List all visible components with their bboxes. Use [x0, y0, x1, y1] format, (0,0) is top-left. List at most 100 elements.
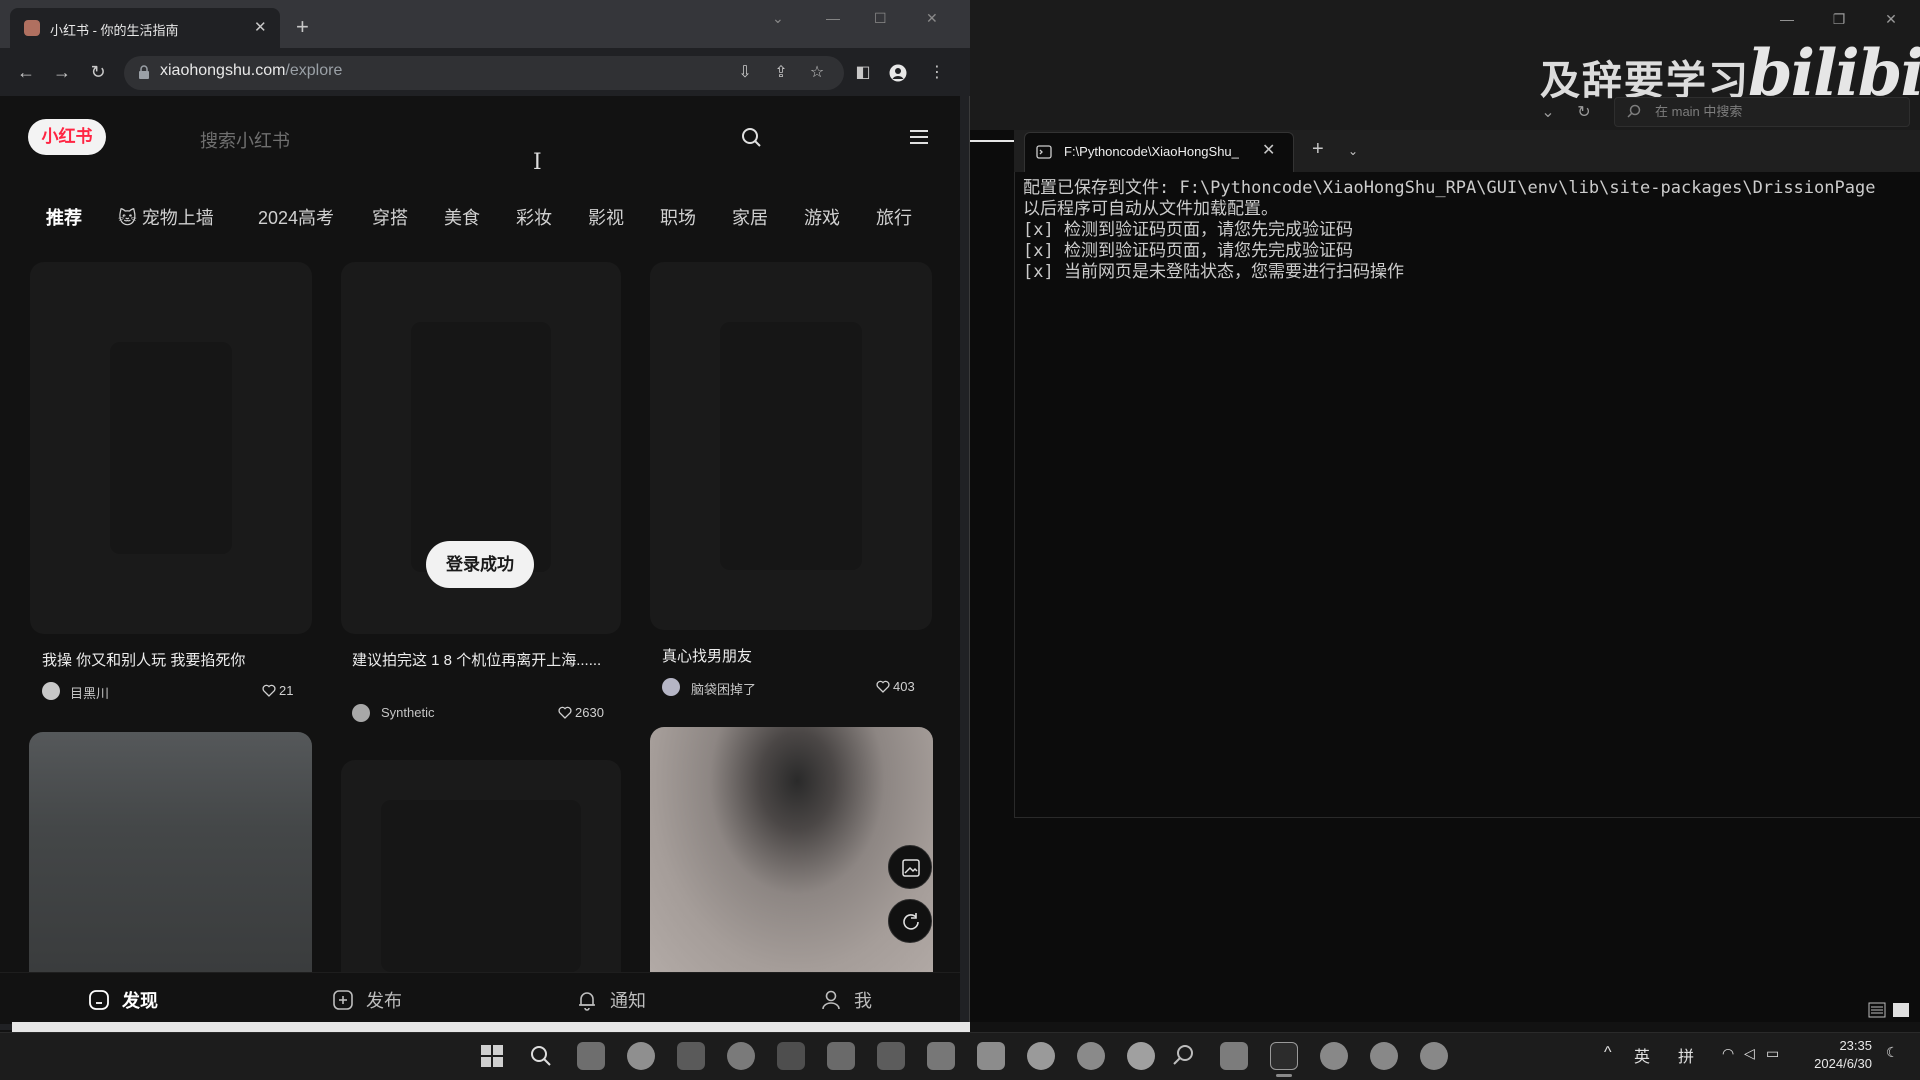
- wechat-icon[interactable]: [1077, 1042, 1105, 1070]
- ime-language[interactable]: 英: [1634, 1043, 1650, 1067]
- edge-browser-icon[interactable]: [627, 1042, 655, 1070]
- side-panel-icon[interactable]: ◧: [852, 62, 874, 84]
- word-icon[interactable]: [827, 1042, 855, 1070]
- notification-icon[interactable]: ☾: [1886, 1044, 1899, 1061]
- wifi-icon[interactable]: ◠: [1722, 1045, 1734, 1062]
- refresh-icon[interactable]: ↻: [1574, 102, 1594, 122]
- close-button[interactable]: ✕: [926, 10, 938, 27]
- maximize-button[interactable]: ☐: [874, 10, 887, 27]
- search-icon[interactable]: [527, 1042, 555, 1070]
- url-host: xiaohongshu.com: [160, 62, 286, 79]
- app-icon[interactable]: [1027, 1042, 1055, 1070]
- nav-notifications[interactable]: 通知: [576, 987, 646, 1011]
- image-mode-button[interactable]: [888, 845, 932, 889]
- avatar[interactable]: [42, 682, 60, 700]
- tile-view-icon[interactable]: [1892, 1002, 1910, 1018]
- clock-date[interactable]: 2024/6/30: [1810, 1056, 1872, 1071]
- channel-tab[interactable]: 旅行: [876, 200, 912, 236]
- new-tab-button[interactable]: +: [1312, 138, 1324, 161]
- forward-button[interactable]: →: [50, 60, 74, 84]
- chevron-down-icon[interactable]: ⌄: [1538, 102, 1558, 122]
- back-button[interactable]: ←: [14, 60, 38, 84]
- ime-mode[interactable]: 拼: [1678, 1043, 1694, 1067]
- channel-tab[interactable]: 2024高考: [258, 200, 334, 236]
- hamburger-menu-icon[interactable]: [908, 128, 930, 146]
- install-app-icon[interactable]: ⇩: [734, 62, 756, 84]
- like-count[interactable]: 2630: [558, 705, 604, 720]
- chevron-down-icon[interactable]: ⌄: [772, 10, 784, 27]
- sublime-text-icon[interactable]: [677, 1042, 705, 1070]
- file-explorer-icon[interactable]: [1220, 1042, 1248, 1070]
- nav-publish[interactable]: 发布: [332, 987, 402, 1011]
- terminal-line: [x] 检测到验证码页面，请您先完成验证码: [1023, 241, 1353, 261]
- card-author[interactable]: 脑袋困掉了: [691, 679, 756, 698]
- channel-tab[interactable]: 职场: [660, 200, 696, 236]
- app-icon[interactable]: [1127, 1042, 1155, 1070]
- chevron-down-icon[interactable]: ⌄: [1348, 144, 1358, 158]
- avatar[interactable]: [352, 704, 370, 722]
- vscode-icon[interactable]: [777, 1042, 805, 1070]
- site-logo[interactable]: 小红书: [28, 119, 106, 155]
- minimize-button[interactable]: —: [826, 10, 840, 26]
- list-view-icon[interactable]: [1868, 1002, 1886, 1018]
- like-count[interactable]: 21: [262, 683, 293, 698]
- site-search-input[interactable]: 搜索小红书: [200, 127, 290, 153]
- card-author[interactable]: 目黑川: [70, 683, 109, 702]
- task-view-icon[interactable]: [577, 1042, 605, 1070]
- restore-button[interactable]: ❐: [1822, 8, 1856, 30]
- card-image[interactable]: [30, 262, 312, 634]
- search-icon[interactable]: [1170, 1042, 1198, 1070]
- app-icon[interactable]: [727, 1042, 755, 1070]
- like-count[interactable]: 403: [876, 679, 915, 694]
- card-title[interactable]: 建议拍完这 1 8 个机位再离开上海......: [352, 650, 602, 671]
- card-image[interactable]: [650, 262, 932, 630]
- card-author[interactable]: Synthetic: [381, 705, 434, 720]
- share-icon[interactable]: ⇪: [770, 62, 792, 84]
- channel-tab[interactable]: 游戏: [804, 200, 840, 236]
- app-icon[interactable]: [877, 1042, 905, 1070]
- terminal-line: [x] 当前网页是未登陆状态，您需要进行扫码操作: [1023, 262, 1404, 282]
- close-icon[interactable]: ✕: [1262, 140, 1275, 160]
- card-title[interactable]: 真心找男朋友: [662, 646, 922, 667]
- channel-tab[interactable]: 美食: [444, 200, 480, 236]
- chevron-up-icon[interactable]: ^: [1604, 1044, 1612, 1062]
- app-icon[interactable]: [1320, 1042, 1348, 1070]
- reload-button[interactable]: ↻: [86, 60, 110, 84]
- card-image[interactable]: [29, 732, 312, 972]
- text-cursor-icon: I: [533, 150, 542, 175]
- channel-tab[interactable]: 🐱 宠物上墙: [118, 200, 214, 236]
- terminal-search-input[interactable]: 在 main 中搜索: [1614, 97, 1910, 127]
- battery-icon[interactable]: ▭: [1766, 1045, 1779, 1062]
- channel-tabs: 推荐 🐱 宠物上墙 2024高考 穿搭 美食 彩妆 影视 职场 家居 游戏 旅行: [0, 200, 960, 236]
- app-icon[interactable]: [927, 1042, 955, 1070]
- app-icon[interactable]: [1420, 1042, 1448, 1070]
- new-tab-button[interactable]: +: [296, 14, 309, 40]
- nav-discover[interactable]: 发现: [88, 987, 158, 1011]
- channel-tab[interactable]: 彩妆: [516, 200, 552, 236]
- search-icon: [1627, 104, 1641, 118]
- url-text[interactable]: xiaohongshu.com/explore: [160, 62, 342, 80]
- card-image[interactable]: [341, 760, 621, 972]
- volume-icon[interactable]: ◁: [1744, 1045, 1755, 1062]
- profile-icon[interactable]: [889, 64, 907, 82]
- terminal-icon[interactable]: [1270, 1042, 1298, 1070]
- app-icon[interactable]: [1370, 1042, 1398, 1070]
- channel-tab[interactable]: 穿搭: [372, 200, 408, 236]
- app-icon[interactable]: [977, 1042, 1005, 1070]
- refresh-button[interactable]: [888, 899, 932, 943]
- clock-time[interactable]: 23:35: [1838, 1038, 1872, 1053]
- avatar[interactable]: [662, 678, 680, 696]
- minimize-button[interactable]: —: [1770, 8, 1804, 30]
- more-menu-icon[interactable]: ⋮: [926, 62, 948, 84]
- nav-me[interactable]: 我: [820, 987, 872, 1011]
- close-button[interactable]: ✕: [1874, 8, 1908, 30]
- bookmark-star-icon[interactable]: ☆: [806, 62, 828, 84]
- channel-tab[interactable]: 推荐: [46, 200, 82, 236]
- search-icon[interactable]: [740, 126, 762, 148]
- terminal-output[interactable]: 配置已保存到文件: F:\Pythoncode\XiaoHongShu_RPA\…: [1014, 172, 1920, 818]
- card-title[interactable]: 我操 你又和别人玩 我要掐死你: [42, 650, 306, 671]
- channel-tab[interactable]: 影视: [588, 200, 624, 236]
- channel-tab[interactable]: 家居: [732, 200, 768, 236]
- windows-start-icon[interactable]: [478, 1042, 506, 1070]
- close-icon[interactable]: ✕: [254, 18, 267, 36]
